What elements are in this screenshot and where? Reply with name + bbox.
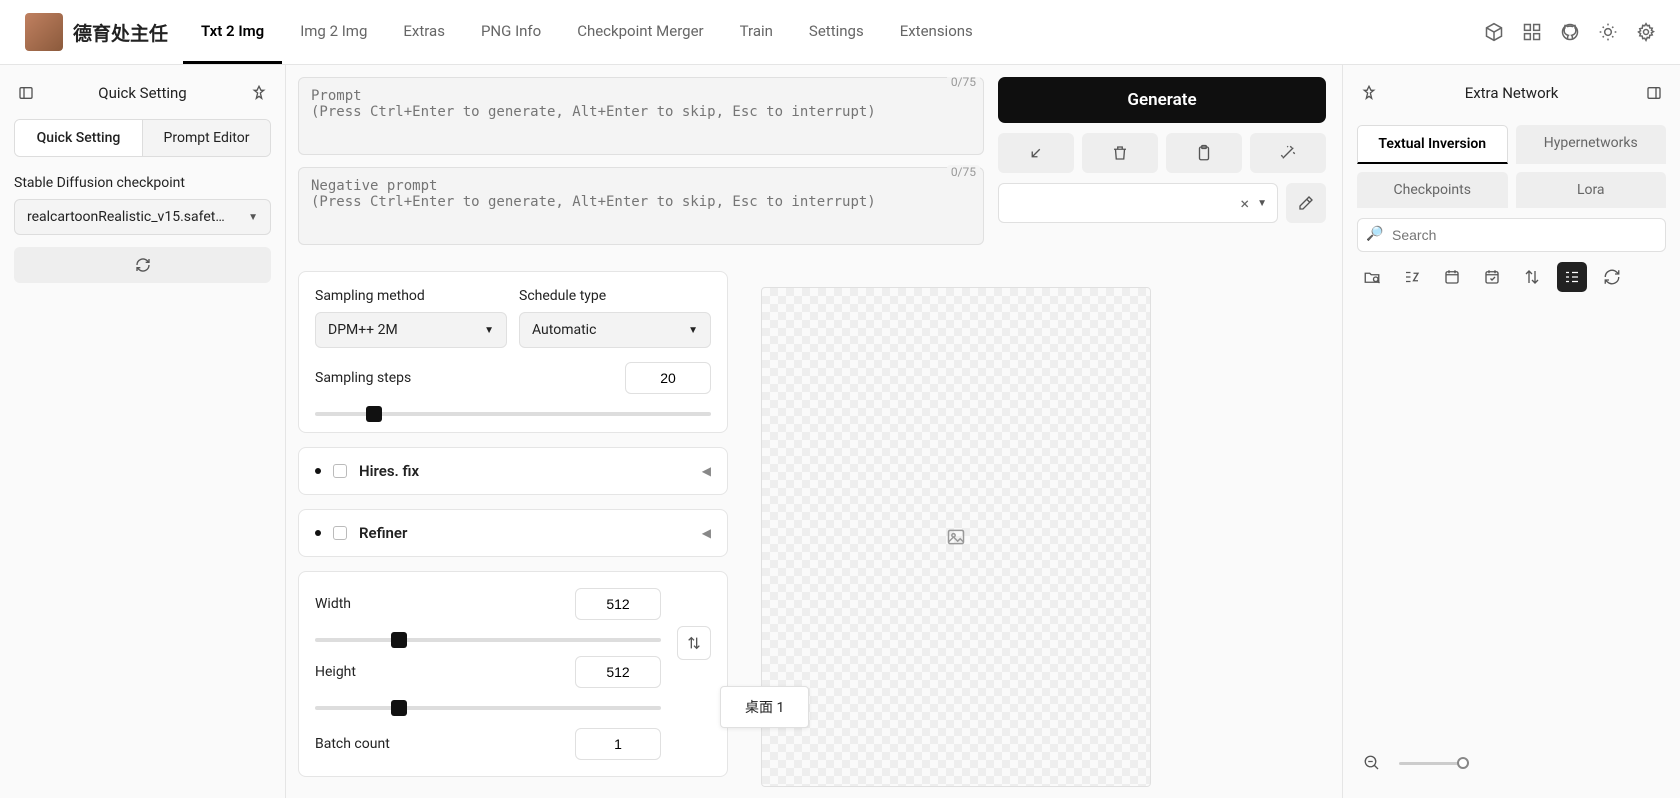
- generate-button[interactable]: Generate: [998, 77, 1326, 123]
- tab-train[interactable]: Train: [722, 0, 791, 64]
- slider-thumb[interactable]: [391, 700, 407, 716]
- folder-search-icon[interactable]: [1357, 262, 1387, 292]
- sampling-method-select[interactable]: DPM++ 2M ▼: [315, 312, 507, 348]
- extra-tab-hypernetworks[interactable]: Hypernetworks: [1516, 125, 1667, 164]
- width-slider[interactable]: [315, 638, 661, 642]
- status-dot-icon: [315, 530, 321, 536]
- tab-txt2img[interactable]: Txt 2 Img: [183, 0, 282, 64]
- height-label: Height: [315, 664, 356, 680]
- sort-modified-icon[interactable]: [1477, 262, 1507, 292]
- tree-view-icon[interactable]: [1557, 262, 1587, 292]
- neg-prompt-token-counter: 0/75: [947, 165, 980, 179]
- github-icon[interactable]: [1560, 22, 1580, 42]
- arrow-down-left-button[interactable]: [998, 133, 1074, 173]
- right-panel-title: Extra Network: [1381, 84, 1642, 102]
- hires-label: Hires. fix: [359, 462, 419, 480]
- tab-ckpt-merger[interactable]: Checkpoint Merger: [559, 0, 721, 64]
- height-slider[interactable]: [315, 706, 661, 710]
- schedule-type-select[interactable]: Automatic ▼: [519, 312, 711, 348]
- checkpoint-value: realcartoonRealistic_v15.safetensors: [27, 209, 227, 225]
- schedule-type-label: Schedule type: [519, 288, 711, 304]
- pin-icon[interactable]: [247, 81, 271, 105]
- trash-button[interactable]: [1082, 133, 1158, 173]
- styles-select[interactable]: × ▼: [998, 183, 1278, 223]
- sampling-method-label: Sampling method: [315, 288, 507, 304]
- refiner-label: Refiner: [359, 524, 407, 542]
- slider-thumb[interactable]: [366, 406, 382, 422]
- hires-fix-accordion[interactable]: Hires. fix ◀: [298, 447, 728, 495]
- main-tabs: Txt 2 Img Img 2 Img Extras PNG Info Chec…: [183, 0, 1484, 64]
- tab-settings[interactable]: Settings: [791, 0, 882, 64]
- refresh-icon: [135, 257, 151, 273]
- sort-date-icon[interactable]: [1437, 262, 1467, 292]
- width-input[interactable]: [575, 588, 661, 620]
- cube-icon[interactable]: [1484, 22, 1504, 42]
- tab-extras[interactable]: Extras: [385, 0, 463, 64]
- refiner-accordion[interactable]: Refiner ◀: [298, 509, 728, 557]
- sampling-steps-label: Sampling steps: [315, 370, 411, 386]
- seg-prompt-editor[interactable]: Prompt Editor: [142, 120, 270, 156]
- collapse-caret-icon: ◀: [702, 464, 711, 478]
- close-icon[interactable]: ×: [1241, 194, 1250, 213]
- extra-tab-checkpoints[interactable]: Checkpoints: [1357, 172, 1508, 208]
- tab-pnginfo[interactable]: PNG Info: [463, 0, 559, 64]
- slider-thumb[interactable]: [391, 632, 407, 648]
- batch-count-label: Batch count: [315, 736, 390, 752]
- sun-icon[interactable]: [1598, 22, 1618, 42]
- checkpoint-select[interactable]: realcartoonRealistic_v15.safetensors ▼: [14, 199, 271, 235]
- sort-name-icon[interactable]: [1397, 262, 1427, 292]
- width-label: Width: [315, 596, 351, 612]
- chevron-down-icon: ▼: [484, 325, 494, 336]
- app-title: 德育处主任: [73, 19, 168, 46]
- zoom-slider[interactable]: [1399, 762, 1469, 765]
- sampling-steps-slider[interactable]: [315, 412, 711, 416]
- hires-checkbox[interactable]: [333, 464, 347, 478]
- extra-tab-textual-inversion[interactable]: Textual Inversion: [1357, 125, 1508, 164]
- swap-dims-button[interactable]: [677, 626, 711, 660]
- sampling-steps-input[interactable]: [625, 362, 711, 394]
- grid-icon[interactable]: [1522, 22, 1542, 42]
- refresh-checkpoint-button[interactable]: [14, 247, 271, 283]
- collapse-right-icon[interactable]: [1642, 81, 1666, 105]
- chevron-down-icon: ▼: [248, 212, 258, 223]
- collapse-caret-icon: ◀: [702, 526, 711, 540]
- neg-prompt-input[interactable]: [298, 167, 984, 245]
- seg-quick-setting[interactable]: Quick Setting: [15, 120, 142, 156]
- chevron-down-icon: ▼: [1257, 198, 1267, 209]
- magic-wand-button[interactable]: [1250, 133, 1326, 173]
- tab-extensions[interactable]: Extensions: [882, 0, 991, 64]
- left-panel-title: Quick Setting: [38, 84, 247, 102]
- search-icon: 🔎: [1366, 226, 1383, 242]
- gear-icon[interactable]: [1636, 22, 1656, 42]
- pin-icon[interactable]: [1357, 81, 1381, 105]
- tab-img2img[interactable]: Img 2 Img: [282, 0, 385, 64]
- image-placeholder-icon: [946, 527, 966, 547]
- sort-order-icon[interactable]: [1517, 262, 1547, 292]
- height-input[interactable]: [575, 656, 661, 688]
- sampling-method-value: DPM++ 2M: [328, 322, 398, 338]
- status-dot-icon: [315, 468, 321, 474]
- schedule-type-value: Automatic: [532, 322, 596, 338]
- extra-tab-lora[interactable]: Lora: [1516, 172, 1667, 208]
- zoom-out-icon[interactable]: [1357, 748, 1387, 778]
- clipboard-button[interactable]: [1166, 133, 1242, 173]
- batch-count-input[interactable]: [575, 728, 661, 760]
- output-canvas: [761, 287, 1151, 787]
- prompt-input[interactable]: [298, 77, 984, 155]
- desktop-indicator: 桌面 1: [720, 686, 809, 728]
- refiner-checkbox[interactable]: [333, 526, 347, 540]
- checkpoint-label: Stable Diffusion checkpoint: [14, 175, 271, 191]
- chevron-down-icon: ▼: [688, 325, 698, 336]
- collapse-left-icon[interactable]: [14, 81, 38, 105]
- prompt-token-counter: 0/75: [947, 77, 980, 89]
- avatar: [25, 13, 63, 51]
- refresh-icon[interactable]: [1597, 262, 1627, 292]
- slider-thumb[interactable]: [1457, 757, 1469, 769]
- extra-search-input[interactable]: [1357, 218, 1666, 252]
- edit-styles-button[interactable]: [1286, 183, 1326, 223]
